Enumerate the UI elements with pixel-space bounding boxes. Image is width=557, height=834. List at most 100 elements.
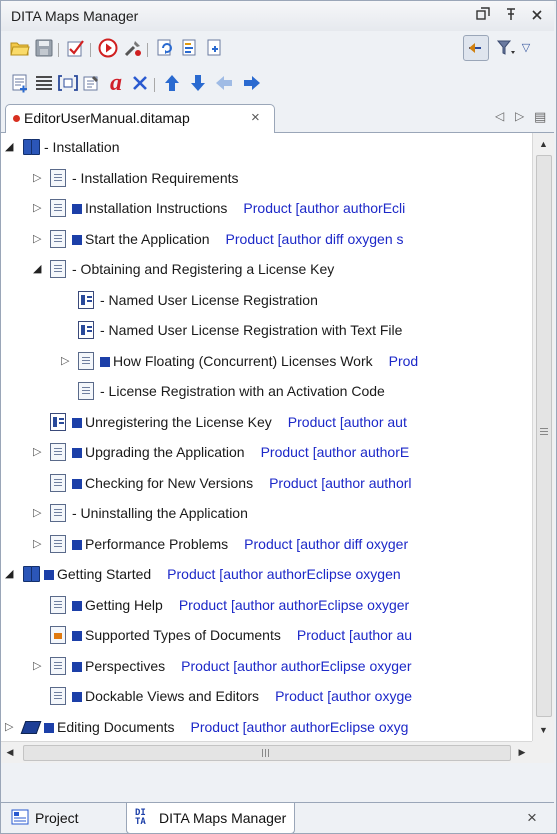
save-icon[interactable] [33, 37, 55, 59]
vertical-scroll-thumb[interactable] [536, 155, 552, 717]
tree-node-metadata: Product [author authorEclipse oxygen [167, 566, 401, 582]
tree-row[interactable]: ▷ How Floating (Concurrent) Licenses Work… [1, 347, 532, 377]
insert-topic-group-icon[interactable] [57, 72, 79, 94]
open-book-icon [22, 138, 40, 156]
profiling-marker-icon [72, 204, 82, 214]
topic-icon [50, 534, 66, 553]
view-title: DITA Maps Manager [11, 8, 139, 24]
tree-row[interactable]: - License Registration with an Activatio… [1, 377, 532, 407]
tree-node-label: - Named User License Registration [100, 291, 318, 308]
map-tree[interactable]: ◢ - Installation ▷ - Installation Requireme… [1, 133, 532, 741]
insert-reference-icon[interactable] [33, 72, 55, 94]
tree-node-label: Checking for New Versions [85, 474, 254, 491]
task-icon [78, 321, 94, 339]
new-map-icon[interactable] [204, 37, 226, 59]
vertical-scrollbar[interactable]: ▲ ▼ [532, 133, 554, 741]
collapse-arrow-icon[interactable]: ◢ [33, 263, 43, 275]
tree-node-metadata: Product [author diff oxyger [244, 535, 409, 552]
tree-row[interactable]: ▷ Start the Application Product [author di… [1, 225, 532, 255]
tree-row[interactable]: - Named User License Registration with T… [1, 316, 532, 346]
tree-row[interactable]: Checking for New Versions Product [author… [1, 469, 532, 499]
filter-icon[interactable] [495, 37, 517, 59]
topic-icon [50, 168, 66, 187]
tab-list-menu-icon[interactable]: ▤ [534, 109, 546, 125]
delete-icon[interactable] [129, 72, 151, 94]
refresh-references-icon[interactable] [154, 37, 176, 59]
collapse-arrow-icon[interactable]: ◢ [5, 141, 15, 153]
tree-row[interactable]: ▷ Performance Problems Product [author dif… [1, 530, 532, 560]
tree-row[interactable]: ◢ Getting Started Product [author authorEc… [1, 560, 532, 590]
tree-node-metadata: Product [author authorEclipse oxyger [181, 657, 412, 674]
expand-arrow-icon[interactable]: ▷ [33, 233, 43, 245]
tree-row[interactable]: ◢ - Obtaining and Registering a License K… [1, 255, 532, 285]
tab-close-icon[interactable]: × [251, 109, 260, 126]
tree-row[interactable]: ▷ Upgrading the Application Product [autho… [1, 438, 532, 468]
tree-row[interactable]: ◢ - Installation [1, 133, 532, 163]
scroll-down-icon[interactable]: ▼ [533, 721, 554, 739]
open-folder-icon[interactable] [9, 37, 31, 59]
close-icon[interactable] [527, 6, 547, 26]
expand-arrow-icon[interactable]: ▷ [33, 202, 43, 214]
profiling-marker-icon [72, 448, 82, 458]
horizontal-scroll-thumb[interactable] [23, 745, 511, 761]
tab-project[interactable]: Project [11, 803, 79, 833]
view-menu-icon[interactable]: ▽ [515, 37, 537, 59]
tree-row[interactable]: Supported Types of Documents Product [aut… [1, 621, 532, 651]
tree-row[interactable]: - Named User License Registration [1, 286, 532, 316]
topic-icon [78, 351, 94, 370]
move-down-icon[interactable] [187, 72, 209, 94]
promote-icon[interactable] [213, 72, 235, 94]
scroll-up-icon[interactable]: ▲ [533, 135, 554, 153]
expand-arrow-icon[interactable]: ▷ [33, 446, 43, 458]
tree-node-label: How Floating (Concurrent) Licenses Work [113, 352, 373, 369]
tree-row[interactable]: Dockable Views and Editors Product [autho… [1, 682, 532, 712]
expand-arrow-icon[interactable]: ▷ [33, 172, 43, 184]
tree-row[interactable]: ▷ Installation Instructions Product [autho… [1, 194, 532, 224]
tree-row[interactable]: Unregistering the License Key Product [au… [1, 408, 532, 438]
validate-icon[interactable] [65, 37, 87, 59]
tree-node-label: Performance Problems [85, 535, 229, 552]
horizontal-scrollbar[interactable]: ◀ ▶ [1, 741, 532, 763]
tab-project-label: Project [35, 810, 79, 826]
demote-icon[interactable] [241, 72, 263, 94]
tab-dita-maps-manager[interactable]: DI TA DITA Maps Manager [126, 803, 296, 834]
tree-node-label: Dockable Views and Editors [85, 688, 260, 704]
tree-row[interactable]: ▷ - Uninstalling the Application [1, 499, 532, 529]
tree-node-label: Unregistering the License Key [85, 413, 272, 430]
configure-transformation-icon[interactable] [122, 37, 144, 59]
expand-arrow-icon[interactable]: ▷ [33, 507, 43, 519]
topic-icon [50, 687, 66, 705]
project-icon [11, 809, 29, 828]
profiling-marker-icon [44, 570, 54, 580]
run-transformation-icon[interactable] [97, 37, 119, 59]
scroll-left-icon[interactable]: ◀ [1, 742, 19, 763]
tree-row[interactable]: ▷ Perspectives Product [author authorEclip… [1, 652, 532, 682]
tree-node-metadata: Product [author authorEclipse oxyger [178, 596, 410, 613]
new-topic-icon[interactable] [9, 72, 31, 94]
tab-editorusermanual[interactable]: EditorUserManual.ditamap × [5, 104, 275, 133]
expand-arrow-icon[interactable]: ▷ [61, 355, 71, 367]
scroll-right-icon[interactable]: ▶ [513, 742, 531, 763]
link-with-editor-icon[interactable] [463, 35, 489, 61]
expand-arrow-icon[interactable]: ▷ [33, 660, 43, 672]
edit-properties-icon[interactable] [81, 72, 103, 94]
tree-row[interactable]: ▷ - Installation Requirements [1, 164, 532, 194]
tree-node-metadata: Prod [388, 352, 419, 369]
expand-arrow-icon[interactable]: ▷ [5, 721, 15, 733]
expand-arrow-icon[interactable]: ▷ [33, 538, 43, 550]
tree-row[interactable]: ▷ Editing Documents Product [author author… [1, 713, 532, 742]
open-map-icon[interactable] [179, 37, 201, 59]
tab-scroll-left-icon[interactable]: ◁ [495, 109, 504, 123]
edit-attributes-icon[interactable]: a [105, 71, 127, 95]
tree-node-label: Editing Documents [57, 718, 175, 735]
restore-icon[interactable] [473, 6, 493, 26]
topic-icon [50, 229, 66, 248]
collapse-arrow-icon[interactable]: ◢ [5, 568, 15, 580]
pin-icon[interactable] [501, 6, 521, 26]
tree-node-label: - Obtaining and Registering a License Ke… [72, 261, 335, 277]
move-up-icon[interactable] [161, 72, 183, 94]
tree-node-label: Getting Started [57, 566, 152, 582]
tree-row[interactable]: Getting Help Product [author authorEclips… [1, 591, 532, 621]
bottom-close-icon[interactable]: × [527, 808, 537, 828]
tab-scroll-right-icon[interactable]: ▷ [515, 109, 524, 123]
